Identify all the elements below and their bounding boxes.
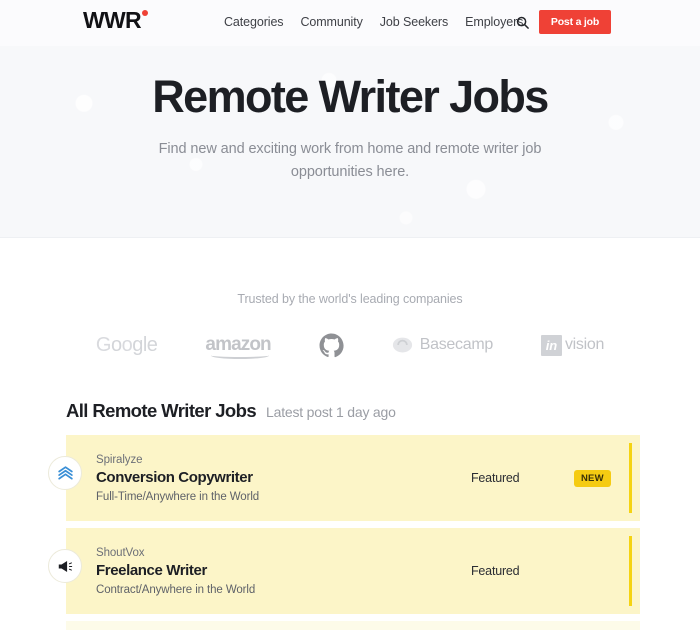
site-logo[interactable]: WWR: [83, 9, 148, 32]
accent-bar: [629, 443, 632, 513]
job-company: Spiralyze: [96, 453, 143, 466]
main-nav: Categories Community Job Seekers Employe…: [224, 15, 523, 29]
basecamp-mark-icon: [392, 337, 412, 353]
jobs-latest-post: Latest post 1 day ago: [266, 404, 396, 420]
jobs-title: All Remote Writer Jobs: [66, 400, 257, 421]
logo-dot-icon: [141, 10, 148, 16]
job-listing-row[interactable]: ShoutVox Freelance Writer Contract/Anywh…: [48, 528, 640, 614]
amazon-logo: amazon: [205, 334, 272, 359]
page-title: Remote Writer Jobs: [152, 71, 549, 122]
github-octocat-icon: [319, 333, 344, 357]
job-tags: Full-Time/Anywhere in the World: [96, 490, 260, 503]
company-avatar: [48, 549, 82, 583]
job-listing-row[interactable]: Spiralyze Conversion Copywriter Full-Tim…: [48, 435, 640, 521]
megaphone-icon: [58, 560, 72, 572]
job-listing-row-partial[interactable]: [66, 621, 640, 630]
job-title[interactable]: Freelance Writer: [96, 562, 456, 579]
job-company: ShoutVox: [96, 546, 145, 559]
company-avatar: [48, 456, 82, 490]
basecamp-logo: Basecamp: [392, 336, 493, 354]
basecamp-wordmark: Basecamp: [419, 336, 494, 353]
search-button[interactable]: [513, 13, 531, 31]
nav-item-categories[interactable]: Categories: [224, 15, 284, 29]
chevron-stack-icon: [57, 465, 73, 480]
google-logo: Google: [95, 333, 158, 356]
invision-wordmark: vision: [564, 336, 605, 353]
job-title[interactable]: Conversion Copywriter: [96, 469, 456, 486]
nav-item-job-seekers[interactable]: Job Seekers: [380, 15, 448, 29]
job-info: ShoutVox Freelance Writer Contract/Anywh…: [96, 547, 456, 596]
post-a-job-button[interactable]: Post a job: [539, 10, 611, 34]
page-root: WWR Categories Community Job Seekers Emp…: [0, 0, 700, 630]
accent-bar: [629, 536, 632, 606]
trusted-section: Trusted by the world's leading companies…: [0, 238, 700, 362]
job-list: Spiralyze Conversion Copywriter Full-Tim…: [0, 435, 700, 630]
nav-item-community[interactable]: Community: [300, 15, 362, 29]
job-info: Spiralyze Conversion Copywriter Full-Tim…: [96, 454, 456, 503]
logo-text: WWR: [83, 7, 142, 33]
hero-subtitle: Find new and exciting work from home and…: [158, 141, 542, 181]
invision-logo: in vision: [540, 334, 605, 356]
job-tags: Contract/Anywhere in the World: [96, 583, 256, 596]
hero-section: Remote Writer Jobs Find new and exciting…: [0, 46, 700, 238]
jobs-heading: All Remote Writer Jobs Latest post 1 day…: [66, 400, 396, 422]
status-badge: NEW: [574, 469, 611, 487]
site-header: WWR Categories Community Job Seekers Emp…: [0, 0, 700, 46]
featured-label: Featured: [471, 564, 520, 578]
github-logo: [319, 333, 344, 358]
company-logo-row: Google amazon Basecamp in vision: [0, 328, 700, 362]
trusted-label: Trusted by the world's leading companies: [237, 292, 463, 306]
invision-mark-icon: in: [540, 334, 562, 356]
search-icon: [516, 16, 529, 29]
featured-label: Featured: [471, 471, 520, 485]
